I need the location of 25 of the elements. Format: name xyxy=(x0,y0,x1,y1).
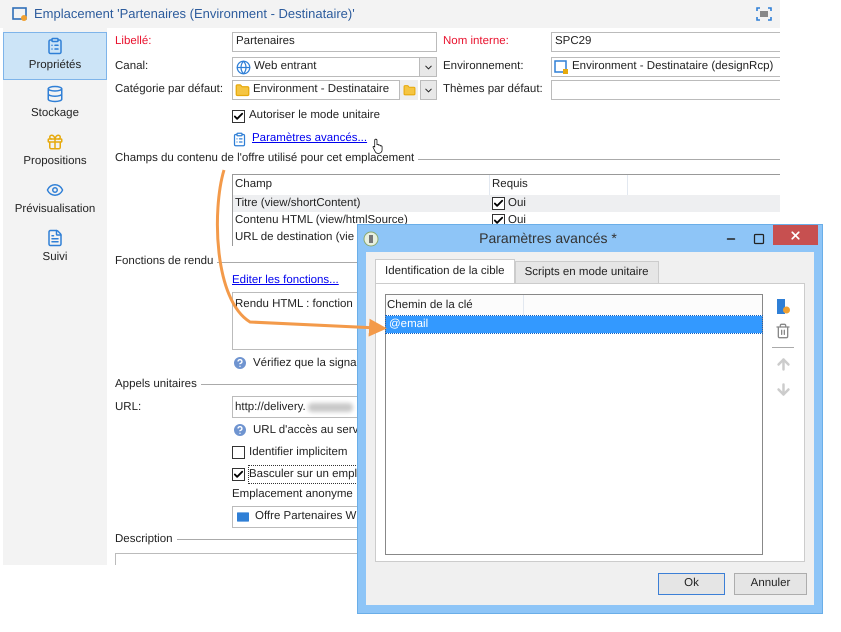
field-label: Catégorie par défaut: xyxy=(115,82,224,98)
field-label: URL: xyxy=(115,400,142,415)
table-cell: Titre (view/shortContent) xyxy=(235,196,360,209)
table-cell-text: Oui xyxy=(508,212,526,228)
field-label: Environnement: xyxy=(443,59,525,74)
table-cell-text: Oui xyxy=(508,196,526,211)
section-title: Appels unitaires xyxy=(115,376,197,392)
section-title: Description xyxy=(115,532,173,547)
field-label: Nom interne: xyxy=(443,34,510,50)
hint-text: URL d'accès au serv xyxy=(253,422,358,438)
field-label: Canal: xyxy=(115,59,150,74)
checkbox-label: Identifier implicitem xyxy=(249,445,348,460)
field-label: Libellé: xyxy=(115,34,152,50)
hint-text: Vérifiez que la signa xyxy=(253,356,357,371)
checkbox-label: Autoriser le mode unitaire xyxy=(249,108,380,124)
table-cell: Contenu HTML (view/htmlSource) xyxy=(235,214,408,226)
section-title: Champs du contenu de l'offre utilisé pour cet emplacement xyxy=(115,151,414,166)
section-title: Fonctions de rendu xyxy=(115,254,214,270)
field-label: Thèmes par défaut: xyxy=(443,82,544,98)
url-text: http://delivery. xyxy=(235,400,306,415)
table-cell: URL de destination (vie xyxy=(235,230,354,243)
window-title: Emplacement 'Partenaires (Environment - Destinataire)' xyxy=(34,5,356,24)
dialog-title: Paramètres avancés * xyxy=(478,229,618,248)
checkbox-label: Basculer sur un empl xyxy=(249,466,358,484)
field-label: Emplacement anonyme xyxy=(232,487,354,502)
